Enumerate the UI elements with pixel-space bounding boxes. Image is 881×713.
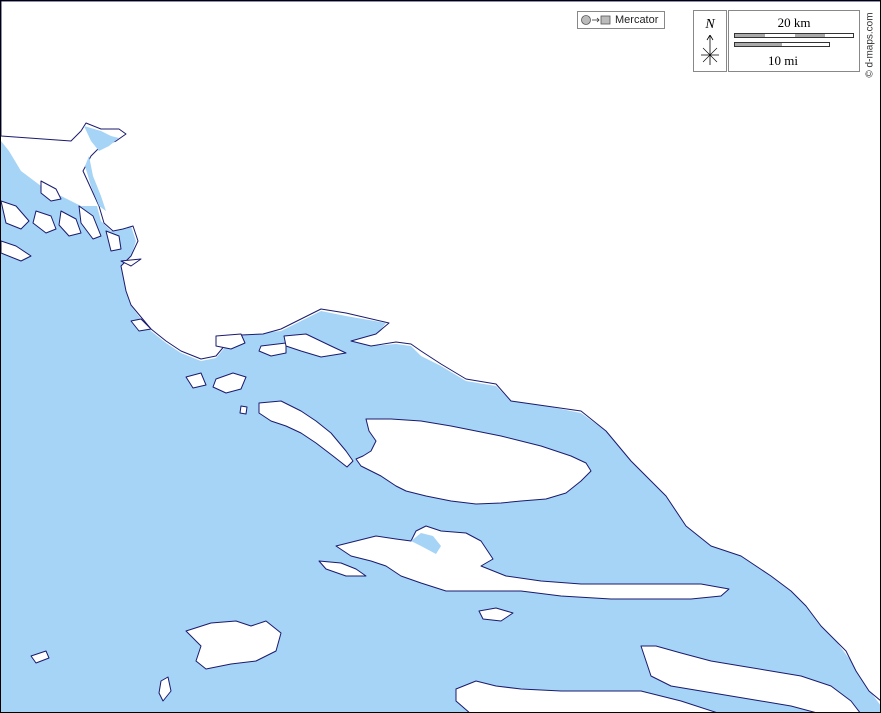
credit-label: © d-maps.com <box>864 12 876 78</box>
globe-to-rectangle-icon <box>581 15 611 25</box>
scale-km-label: 20 km <box>777 15 811 30</box>
map-frame: Mercator N 20 km 10 mi © d-maps.com <box>0 0 881 713</box>
scale-mi-label: 10 mi <box>768 53 798 68</box>
scale-bar-box: 20 km 10 mi <box>728 10 860 72</box>
projection-label: Mercator <box>615 14 659 26</box>
scale-bar-km <box>734 33 854 38</box>
north-arrow-box: N <box>693 10 727 72</box>
scale-bar-mi <box>734 42 830 47</box>
credit-text: © d-maps.com <box>863 9 877 81</box>
projection-legend: Mercator <box>577 11 665 29</box>
compass-rose-icon <box>701 35 719 65</box>
north-label: N <box>705 17 715 32</box>
map-canvas[interactable] <box>1 1 881 713</box>
